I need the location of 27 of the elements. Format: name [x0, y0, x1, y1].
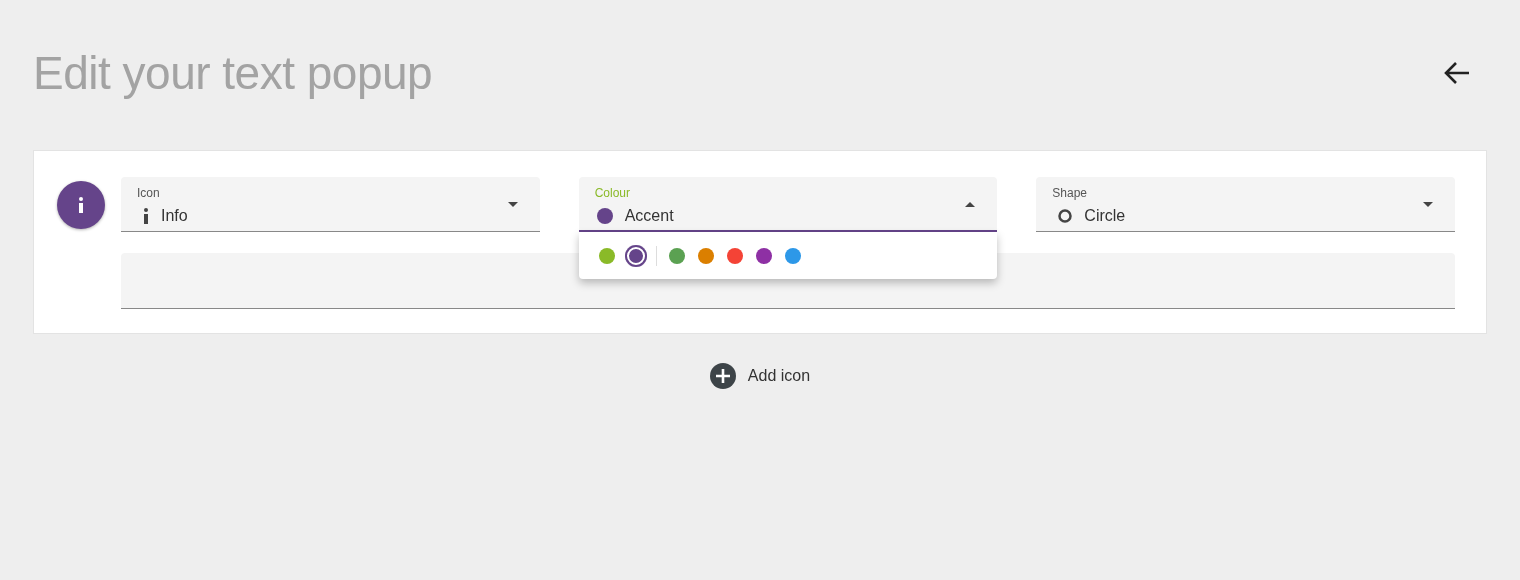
info-icon — [78, 197, 84, 213]
plus-icon — [709, 363, 736, 389]
field-label: Icon — [137, 186, 161, 200]
page-title: Edit your text popup — [33, 45, 433, 100]
info-icon — [143, 208, 149, 224]
colour-swatch[interactable] — [755, 247, 772, 264]
field-label: Shape — [1052, 186, 1089, 200]
field-value: Accent — [624, 207, 674, 225]
colour-swatch[interactable] — [784, 247, 801, 264]
colour-swatch[interactable] — [668, 247, 685, 264]
colour-swatch[interactable] — [624, 244, 647, 267]
colour-swatch[interactable] — [697, 247, 714, 264]
add-icon-button[interactable]: Add icon — [709, 363, 811, 389]
field-value: Info — [161, 207, 188, 225]
select-field[interactable]: Icon Info — [121, 177, 540, 232]
select-field[interactable]: Colour Accent — [578, 177, 998, 232]
back-button[interactable] — [1443, 60, 1471, 85]
field-value: Circle — [1084, 207, 1126, 225]
caret-up-icon — [965, 202, 976, 207]
colour-swatch[interactable] — [726, 247, 743, 264]
select-field[interactable]: Shape Circle — [1036, 177, 1455, 232]
field-label: Colour — [594, 186, 631, 200]
colour-swatch[interactable] — [598, 247, 615, 264]
circle-icon — [1058, 209, 1073, 223]
caret-down-icon — [507, 202, 518, 207]
back-arrow-icon — [1443, 60, 1471, 85]
caret-down-icon — [1423, 202, 1433, 207]
